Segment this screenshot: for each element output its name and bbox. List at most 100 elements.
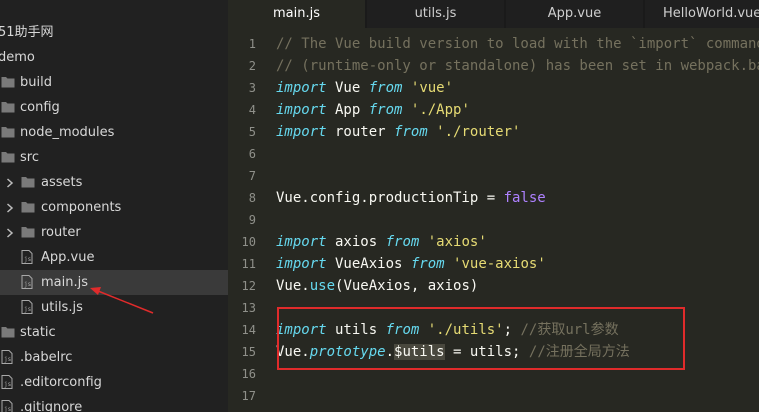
chevron-right-icon[interactable] bbox=[5, 170, 17, 195]
tree-item-main-js[interactable]: js main.js bbox=[0, 270, 228, 295]
tab-helloworld-vue[interactable]: HelloWorld.vue bbox=[645, 0, 759, 28]
code-token: './App' bbox=[410, 102, 470, 118]
code-token: import bbox=[276, 124, 327, 140]
code-line: Vue.config.productionTip = false bbox=[276, 187, 546, 209]
file-icon: js bbox=[1, 400, 15, 412]
tree-item-label: static bbox=[20, 325, 56, 340]
tree-item-babelrc[interactable]: js .babelrc bbox=[0, 345, 228, 370]
code-line: import App from './App' bbox=[276, 99, 470, 121]
line-number: 13 bbox=[241, 301, 256, 315]
folder-icon bbox=[21, 225, 35, 240]
code-token: from bbox=[368, 80, 403, 96]
code-token: Vue.config.productionTip = bbox=[276, 190, 504, 206]
folder-icon bbox=[1, 100, 15, 115]
code-line: import router from './router' bbox=[276, 121, 520, 143]
tree-item-config[interactable]: config bbox=[0, 95, 228, 120]
svg-text:js: js bbox=[4, 406, 12, 412]
tab-main-js[interactable]: main.js bbox=[228, 0, 365, 28]
svg-text:js: js bbox=[24, 306, 32, 313]
tree-item-editorconfig[interactable]: js .editorconfig bbox=[0, 370, 228, 395]
tree-item-label: node_modules bbox=[20, 125, 115, 140]
svg-text:js: js bbox=[4, 381, 12, 388]
code-token: Vue bbox=[326, 80, 369, 96]
tree-item-app-vue[interactable]: js App.vue bbox=[0, 245, 228, 270]
file-icon: js bbox=[1, 350, 15, 365]
tree-item-build[interactable]: build bbox=[0, 70, 228, 95]
chevron-right-icon[interactable] bbox=[5, 195, 17, 220]
code-line: // (runtime-only or standalone) has been… bbox=[276, 55, 759, 77]
code-token: false bbox=[503, 190, 546, 206]
code-token: // (runtime-only or standalone) has been… bbox=[276, 58, 759, 74]
tree-item-label: .editorconfig bbox=[20, 375, 102, 390]
code-token: use bbox=[309, 278, 336, 294]
file-icon: js bbox=[21, 250, 35, 265]
code-token: from bbox=[385, 234, 420, 250]
line-number: 6 bbox=[248, 147, 256, 161]
folder-icon bbox=[1, 75, 15, 90]
project-title: 51助手网 bbox=[0, 25, 54, 40]
tree-item-label: .gitignore bbox=[20, 400, 83, 412]
code-line: import Vue from 'vue' bbox=[276, 77, 453, 99]
tree-item-label: App.vue bbox=[41, 250, 95, 265]
tree-item-utils-js[interactable]: js utils.js bbox=[0, 295, 228, 320]
file-sidebar: 51助手网 demo build config node_modulessrc ass… bbox=[0, 0, 228, 412]
line-number: 11 bbox=[241, 257, 256, 271]
tree-item-label: config bbox=[20, 100, 60, 115]
line-number: 14 bbox=[241, 323, 256, 337]
chevron-right-icon[interactable] bbox=[5, 220, 17, 245]
tab-label: utils.js bbox=[414, 6, 457, 21]
code-token: // The Vue build version to load with th… bbox=[276, 36, 759, 52]
tab-label: App.vue bbox=[547, 6, 602, 21]
tab-utils-js[interactable]: utils.js bbox=[367, 0, 504, 28]
line-number: 3 bbox=[248, 81, 256, 95]
code-token: import bbox=[276, 256, 327, 272]
code-token: Vue. bbox=[276, 278, 310, 294]
tree-item-components[interactable]: components bbox=[0, 195, 228, 220]
tree-item-gitignore[interactable]: js .gitignore bbox=[0, 395, 228, 412]
tree-item-router[interactable]: router bbox=[0, 220, 228, 245]
tree-root-demo[interactable]: demo bbox=[0, 45, 228, 70]
file-icon: js bbox=[21, 300, 35, 315]
code-line: Vue.use(VueAxios, axios) bbox=[276, 275, 478, 297]
code-token: import bbox=[276, 234, 327, 250]
code-token: App bbox=[326, 102, 369, 118]
tree-item-label: src bbox=[20, 150, 39, 165]
code-token: 'vue-axios' bbox=[453, 256, 546, 272]
line-number: 17 bbox=[241, 389, 256, 403]
tree-item-label: router bbox=[41, 225, 81, 240]
tree-item-label: utils.js bbox=[41, 300, 83, 315]
file-icon: js bbox=[21, 275, 35, 290]
tree-item-static[interactable]: static bbox=[0, 320, 228, 345]
line-number: 12 bbox=[241, 279, 256, 293]
project-header[interactable]: 51助手网 bbox=[0, 20, 228, 45]
code-token: import bbox=[276, 102, 327, 118]
tree-item-label: build bbox=[20, 75, 52, 90]
folder-icon bbox=[21, 200, 35, 215]
line-number: 10 bbox=[241, 235, 256, 249]
file-icon: js bbox=[1, 375, 15, 390]
folder-icon bbox=[1, 325, 15, 340]
annotation-highlight-box bbox=[277, 307, 685, 370]
code-token: from bbox=[410, 256, 445, 272]
tree-item-node-modules[interactable]: node_modules bbox=[0, 120, 228, 145]
line-number: 1 bbox=[248, 37, 256, 51]
code-token: axios bbox=[326, 234, 386, 250]
code-token: router bbox=[326, 124, 395, 140]
tree-item-src[interactable]: src bbox=[0, 145, 228, 170]
tree-item-label: main.js bbox=[41, 275, 88, 290]
code-token: from bbox=[368, 102, 403, 118]
line-number: 4 bbox=[248, 103, 256, 117]
tab-app-vue[interactable]: App.vue bbox=[506, 0, 643, 28]
code-token: (VueAxios, axios) bbox=[335, 278, 479, 294]
line-number: 5 bbox=[248, 125, 256, 139]
code-token: './router' bbox=[436, 124, 521, 140]
svg-text:js: js bbox=[24, 256, 32, 263]
tab-label: HelloWorld.vue bbox=[663, 6, 759, 21]
tree-item-label: .babelrc bbox=[20, 350, 73, 365]
line-number: 8 bbox=[248, 191, 256, 205]
tree-item-assets[interactable]: assets bbox=[0, 170, 228, 195]
